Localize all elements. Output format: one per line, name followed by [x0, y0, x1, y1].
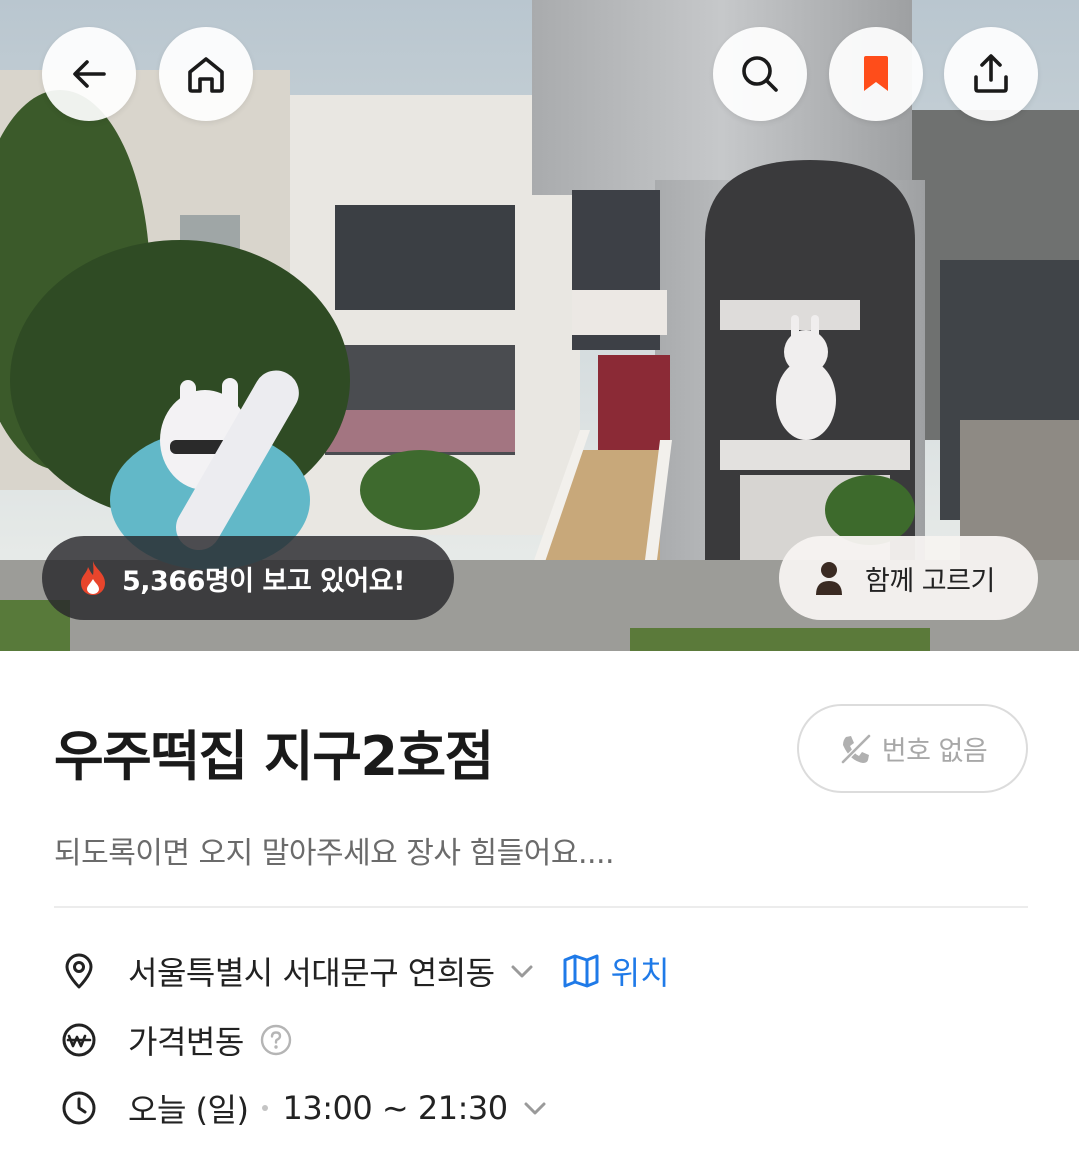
map-label: 위치: [610, 954, 670, 992]
share-icon: [974, 54, 1008, 93]
map-location-link[interactable]: 위치: [561, 948, 670, 994]
price-row: 가격변동: [60, 1018, 292, 1062]
search-icon: [742, 56, 778, 92]
no-phone-label: 번호 없음: [881, 736, 988, 767]
no-phone-button[interactable]: 번호 없음: [797, 704, 1028, 793]
viewers-badge: 5,366명이 보고 있어요!: [42, 536, 454, 620]
fire-icon: [81, 561, 105, 595]
won-price-icon: [62, 1023, 96, 1057]
bookmark-icon: [864, 56, 888, 91]
address-row: 서울특별시 서대문구 연희동 위치: [60, 949, 670, 993]
hours-row: 오늘 (일) 13:00 ~ 21:30: [60, 1086, 550, 1130]
share-button[interactable]: [944, 27, 1038, 121]
price-label: 가격변동: [128, 1023, 244, 1061]
map-icon: [563, 954, 599, 988]
chevron-down-icon[interactable]: [520, 1093, 550, 1123]
hero-photo[interactable]: 5,366명이 보고 있어요! 함께 고르기: [0, 0, 1079, 651]
home-button[interactable]: [159, 27, 253, 121]
place-description: 되도록이면 오지 말아주세요 장사 힘들어요....: [54, 836, 615, 871]
choose-together-label: 함께 고르기: [865, 565, 995, 597]
no-phone-icon: [840, 733, 871, 764]
arrow-left-icon: [73, 60, 106, 88]
bookmark-button[interactable]: [829, 27, 923, 121]
home-icon: [188, 57, 224, 93]
hours-time: 13:00 ~ 21:30: [282, 1089, 508, 1127]
search-button[interactable]: [713, 27, 807, 121]
location-pin-icon: [65, 953, 93, 989]
clock-icon: [62, 1091, 96, 1125]
viewers-text: 5,366명이 보고 있어요!: [122, 565, 405, 597]
choose-together-button[interactable]: 함께 고르기: [779, 536, 1038, 620]
hours-day: 오늘 (일): [128, 1091, 249, 1129]
separator-dot: [262, 1105, 269, 1111]
address-text: 서울특별시 서대문구 연희동: [128, 954, 495, 992]
back-button[interactable]: [42, 27, 136, 121]
person-icon: [816, 562, 842, 595]
divider: [54, 906, 1028, 908]
help-icon[interactable]: [260, 1024, 292, 1056]
place-name: 우주떡집 지구2호점: [54, 725, 494, 788]
chevron-down-icon[interactable]: [507, 956, 537, 986]
